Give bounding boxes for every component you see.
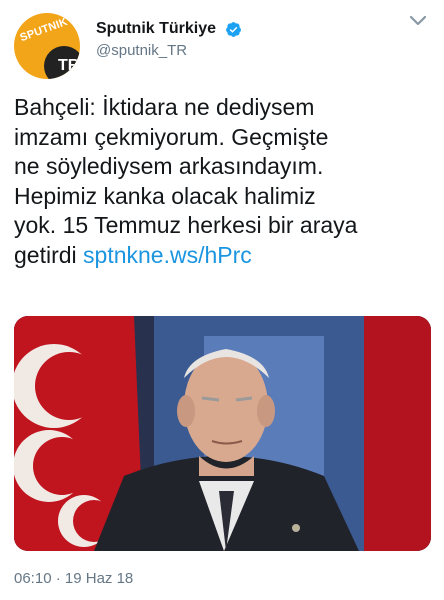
tweet-date: 19 Haz 18 xyxy=(64,570,134,587)
tweet-media-photo[interactable] xyxy=(14,316,431,551)
author-block[interactable]: Sputnik Türkiye @sputnik_TR xyxy=(96,20,242,59)
avatar[interactable]: SPUTNIK TR xyxy=(14,13,80,79)
avatar-logo-text: SPUTNIK xyxy=(18,15,70,45)
tweet-card: SPUTNIK TR Sputnik Türkiye @sputnik_TR B… xyxy=(0,0,444,600)
tweet-timestamp[interactable]: 06:10 · 19 Haz 18 xyxy=(14,570,133,587)
verified-badge-icon xyxy=(226,21,242,37)
tweet-header: SPUTNIK TR Sputnik Türkiye @sputnik_TR xyxy=(0,0,444,86)
tweet-link[interactable]: sptnkne.ws/hPrc xyxy=(83,242,252,268)
user-handle[interactable]: @sputnik_TR xyxy=(96,42,242,59)
tweet-text: Bahçeli: İktidara ne dediysem imzamı çek… xyxy=(14,93,434,270)
avatar-badge-text: TR xyxy=(58,57,80,74)
chevron-down-icon[interactable] xyxy=(408,14,428,28)
tv-interview-photo xyxy=(14,316,431,551)
timestamp-separator: · xyxy=(55,570,61,587)
sputnik-logo-icon: SPUTNIK TR xyxy=(14,13,80,79)
tweet-time: 06:10 xyxy=(14,570,52,587)
display-name[interactable]: Sputnik Türkiye xyxy=(96,20,216,38)
